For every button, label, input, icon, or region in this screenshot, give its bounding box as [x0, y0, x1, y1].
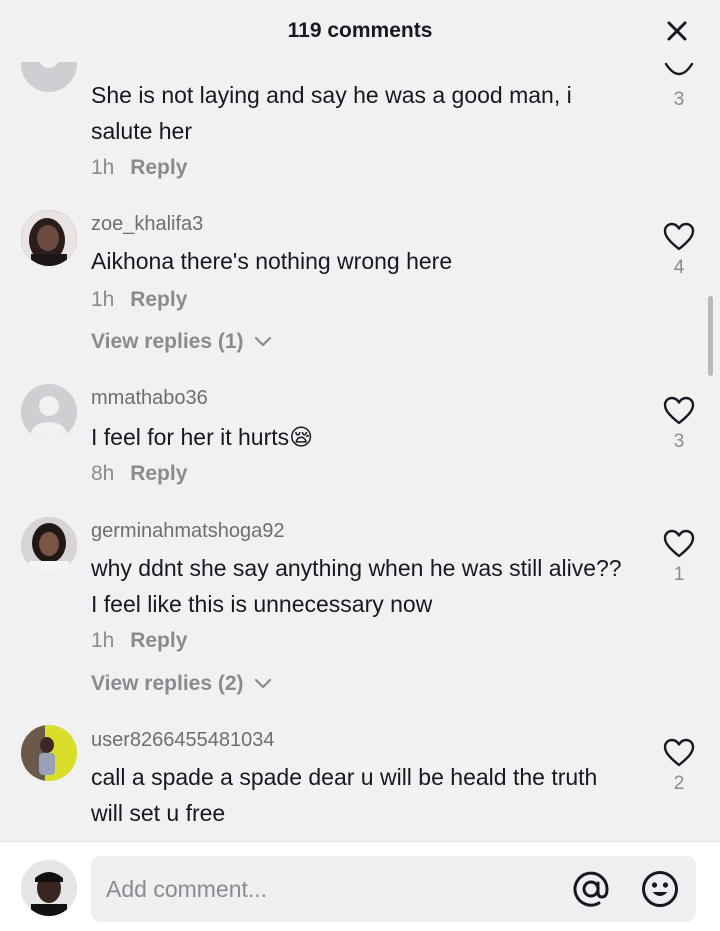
comment-meta: 1h Reply — [91, 629, 187, 653]
view-replies-button[interactable]: View replies (1) — [91, 330, 273, 354]
like-button[interactable]: 1 — [660, 529, 698, 586]
comment-username[interactable]: zoe_khalifa3 — [91, 213, 203, 236]
comment-time: 1h — [91, 629, 115, 652]
close-icon[interactable] — [662, 16, 692, 46]
like-count: 3 — [673, 89, 685, 110]
comment-text: She is not laying and say he was a good … — [91, 82, 572, 144]
comment-text: why ddnt she say anything when he was st… — [91, 555, 622, 617]
at-sign-icon[interactable] — [571, 869, 611, 909]
chevron-down-icon — [255, 337, 272, 347]
avatar[interactable] — [21, 517, 77, 573]
view-replies-label: View replies (1) — [91, 330, 244, 353]
chevron-down-icon — [255, 679, 272, 689]
comment-username[interactable]: germinahmatshoga92 — [91, 520, 284, 543]
comments-sheet: 119 comments She is not laying and say h… — [0, 0, 720, 931]
comment-field — [91, 856, 696, 922]
heart-icon — [663, 738, 695, 767]
avatar[interactable] — [21, 210, 77, 266]
comment-meta: 8h Reply — [91, 462, 187, 486]
like-count: 2 — [673, 773, 685, 794]
reply-button[interactable]: Reply — [130, 156, 187, 179]
avatar[interactable] — [21, 725, 77, 781]
reply-button[interactable]: Reply — [130, 288, 187, 311]
comment-text: I feel for her it hurts😪 — [91, 424, 314, 450]
comment-meta: 1h Reply — [91, 288, 187, 312]
view-replies-button[interactable]: View replies (2) — [91, 672, 273, 696]
avatar[interactable] — [21, 384, 77, 440]
comment-meta: 1h Reply — [91, 156, 187, 180]
reply-button[interactable]: Reply — [130, 462, 187, 485]
comment-text: Aikhona there's nothing wrong here — [91, 248, 453, 274]
comment-username[interactable]: user8266455481034 — [91, 729, 275, 752]
avatar[interactable] — [21, 36, 77, 94]
comment-composer — [0, 841, 720, 931]
like-button[interactable]: 2 — [660, 738, 698, 795]
scrollbar[interactable] — [708, 296, 713, 376]
reply-button[interactable]: Reply — [130, 629, 187, 652]
heart-icon — [663, 529, 695, 558]
heart-icon — [663, 396, 695, 425]
comment-time: 8h — [91, 462, 115, 485]
like-button[interactable]: 3 — [660, 396, 698, 453]
current-user-avatar — [21, 860, 77, 916]
smiley-face-icon[interactable] — [640, 869, 680, 909]
view-replies-label: View replies (2) — [91, 672, 244, 695]
comment-username[interactable]: mmathabo36 — [91, 387, 208, 410]
comments-header: 119 comments — [0, 0, 720, 62]
like-button[interactable]: 4 — [660, 222, 698, 279]
comments-count-title: 119 comments — [287, 19, 433, 42]
comment-time: 1h — [91, 288, 115, 311]
like-count: 3 — [673, 431, 685, 452]
comment-time: 1h — [91, 156, 115, 179]
heart-icon — [664, 62, 694, 76]
heart-icon — [663, 222, 695, 251]
like-count: 4 — [673, 257, 685, 278]
add-comment-input[interactable] — [106, 856, 556, 922]
like-count: 1 — [673, 564, 685, 585]
comment-text: call a spade a spade dear u will be heal… — [91, 764, 598, 826]
like-button[interactable]: 3 — [660, 62, 698, 111]
